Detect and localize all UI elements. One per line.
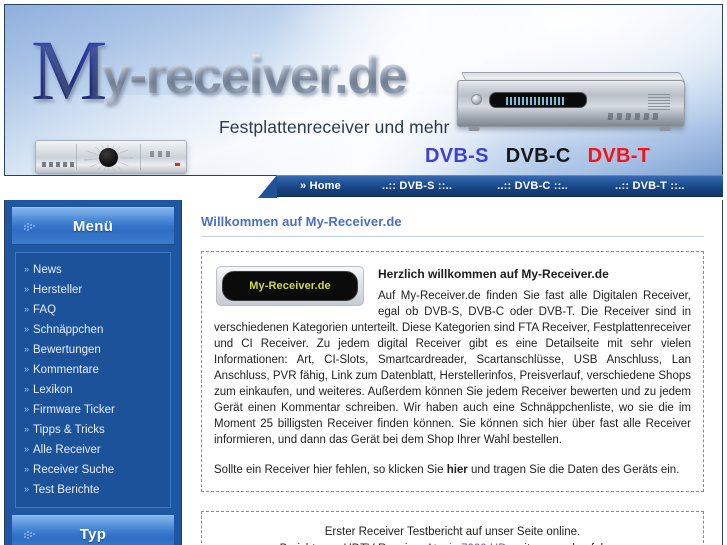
bullet-icon: » <box>24 324 30 334</box>
main-navigation-bar: » Home ..:: DVB-S ::.. ..:: DVB-C ::.. .… <box>258 175 723 198</box>
menu-item-label: Firmware Ticker <box>33 404 115 416</box>
sidebar: Menü » News» Hersteller» FAQ» Schnäppchen» Be… <box>4 200 182 545</box>
nav-item-home[interactable]: » Home <box>300 180 341 192</box>
sidebar-item-receiver-suche[interactable]: » Receiver Suche <box>16 460 170 480</box>
receiver-display-logo: My-Receiver.de <box>216 266 364 306</box>
missing-receiver-suffix: und tragen Sie die Daten des Geräts ein. <box>467 464 680 476</box>
site-tagline: Festplattenreceiver und mehr <box>219 117 450 137</box>
sidebar-item-news[interactable]: » News <box>16 260 170 280</box>
receiver-display-text: My-Receiver.de <box>249 280 331 292</box>
sidebar-item-schn-ppchen[interactable]: » Schnäppchen <box>16 320 170 340</box>
sidebar-menu-list: » News» Hersteller» FAQ» Schnäppchen» Bewertu… <box>15 252 171 508</box>
site-logo-text: y-receiver.de <box>101 46 407 105</box>
sidebar-item-tipps-tricks[interactable]: » Tipps & Tricks <box>16 420 170 440</box>
menu-item-label: Tipps & Tricks <box>33 424 105 436</box>
sidebar-item-firmware-ticker[interactable]: » Firmware Ticker <box>16 400 170 420</box>
welcome-box: My-Receiver.de Herzlich willkommen auf M… <box>201 251 704 492</box>
receiver-small-label <box>42 162 74 167</box>
receiver-badges <box>607 113 662 120</box>
receiver-small-divider-left <box>76 144 77 170</box>
sidebar-panel-menu-title: Menü <box>72 217 114 235</box>
sidebar-item-hersteller[interactable]: » Hersteller <box>16 280 170 300</box>
dvb-standard-labels: DVB-S DVB-C DVB-T <box>425 145 667 168</box>
receiver-small-buttons <box>150 151 172 157</box>
receiver-small-body <box>35 140 187 174</box>
bullet-icon: » <box>24 364 30 374</box>
missing-receiver-text: Sollte ein Receiver hier fehlen, so klic… <box>214 462 691 478</box>
menu-item-label: FAQ <box>33 304 57 316</box>
bullet-icon: » <box>24 264 30 274</box>
testbericht-notice: Erster Receiver Testbericht auf unser Se… <box>214 524 691 545</box>
page-root: My-receiver.de Festplattenreceiver und m… <box>0 0 727 545</box>
bullet-icon: » <box>24 464 30 474</box>
receiver-body <box>456 80 686 127</box>
sidebar-panel-menu-header: Menü <box>12 207 174 245</box>
sidebar-item-lexikon[interactable]: » Lexikon <box>16 380 170 400</box>
receiver-small-divider-right <box>140 144 141 170</box>
bullet-icon: » <box>24 484 30 494</box>
bullet-icon: » <box>24 284 30 294</box>
site-logo-initial: M <box>31 22 108 118</box>
menu-item-label: Bewertungen <box>33 344 101 356</box>
receiver-side-vents <box>647 94 671 111</box>
bullet-icon: » <box>24 424 30 434</box>
dvb-c-label: DVB-C <box>505 145 571 167</box>
welcome-body-text: Auf My-Receiver.de finden Sie fast alle … <box>214 290 691 446</box>
sidebar-panel-typ-header: Typ <box>12 515 174 545</box>
missing-receiver-link[interactable]: hier <box>447 464 468 476</box>
dvb-t-label: DVB-T <box>587 145 651 167</box>
menu-item-label: Lexikon <box>33 384 73 396</box>
bullet-icon: » <box>24 344 30 354</box>
missing-receiver-prefix: Sollte ein Receiver hier fehlen, so klic… <box>214 464 447 476</box>
sidebar-panel-menu: Menü » News» Hersteller» FAQ» Schnäppchen» Be… <box>5 207 181 508</box>
receiver-power-knob-icon <box>470 94 483 105</box>
receiver-display-screen: My-Receiver.de <box>222 271 358 301</box>
page-title: Willkommen auf My-Receiver.de <box>201 214 704 237</box>
receiver-display-panel <box>488 92 588 108</box>
receiver-small-led-icon <box>175 163 180 166</box>
menu-item-label: Schnäppchen <box>33 324 104 336</box>
nav-item-dvb-c[interactable]: ..:: DVB-C ::.. <box>497 180 568 192</box>
receiver-small-dial-icon <box>99 148 118 167</box>
menu-item-label: Hersteller <box>33 284 83 296</box>
testbericht-line1: Erster Receiver Testbericht auf unser Se… <box>324 526 581 538</box>
dvb-s-label: DVB-S <box>425 145 489 167</box>
sidebar-item-faq[interactable]: » FAQ <box>16 300 170 320</box>
bullet-icon: » <box>24 444 30 454</box>
dots-icon <box>24 222 35 232</box>
nav-item-dvb-t[interactable]: ..:: DVB-T ::.. <box>615 180 685 192</box>
bullet-icon: » <box>24 304 30 314</box>
receiver-photo-small <box>35 140 187 174</box>
main-content: Willkommen auf My-Receiver.de My-Receive… <box>183 200 723 545</box>
receiver-photo-large <box>456 72 686 131</box>
site-header-banner: My-receiver.de Festplattenreceiver und m… <box>4 4 723 176</box>
bullet-icon: » <box>24 404 30 414</box>
menu-item-label: Receiver Suche <box>33 464 115 476</box>
site-logo[interactable]: My-receiver.de <box>31 27 408 113</box>
sidebar-panel-typ: Typ »DVB-S»DVB-C»DVB-T <box>5 515 181 545</box>
receiver-feet <box>468 126 671 131</box>
sidebar-item-bewertungen[interactable]: » Bewertungen <box>16 340 170 360</box>
menu-item-label: Kommentare <box>33 364 99 376</box>
menu-item-label: News <box>33 264 62 276</box>
menu-item-label: Alle Receiver <box>33 444 101 456</box>
sidebar-item-alle-receiver[interactable]: » Alle Receiver <box>16 440 170 460</box>
sidebar-item-kommentare[interactable]: » Kommentare <box>16 360 170 380</box>
dots-icon <box>24 530 35 540</box>
sidebar-panel-typ-title: Typ <box>79 525 107 543</box>
bullet-icon: » <box>24 384 30 394</box>
testbericht-notice-box: Erster Receiver Testbericht auf unser Se… <box>201 511 704 545</box>
nav-item-dvb-s[interactable]: ..:: DVB-S ::.. <box>382 180 452 192</box>
sidebar-item-test-berichte[interactable]: » Test Berichte <box>16 480 170 500</box>
menu-item-label: Test Berichte <box>33 484 100 496</box>
